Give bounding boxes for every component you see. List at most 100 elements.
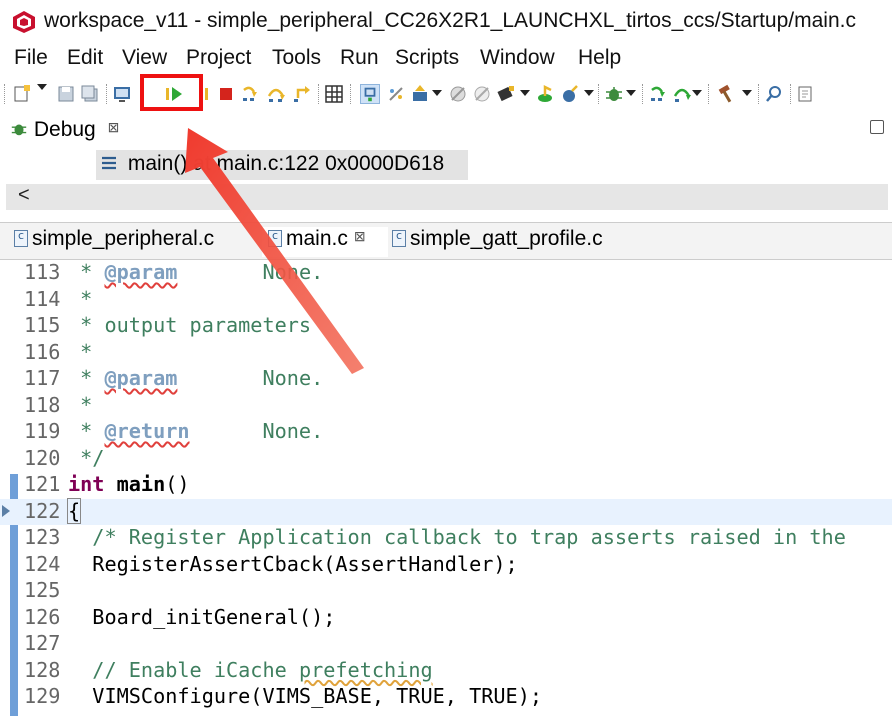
- minimize-view-icon[interactable]: [870, 120, 884, 134]
- debug-view-icon: [11, 124, 27, 136]
- tab-label: main.c: [286, 227, 348, 250]
- code-line[interactable]: 116 *: [0, 340, 892, 367]
- code-token: *: [68, 366, 105, 390]
- connect-icon[interactable]: [386, 84, 406, 104]
- menu-view[interactable]: View: [122, 46, 167, 70]
- memory-browser-icon[interactable]: [324, 84, 344, 104]
- code-token: * output parameters: [68, 313, 312, 337]
- flash-dropdown-icon[interactable]: [584, 90, 594, 96]
- step-dropdown-icon[interactable]: [692, 90, 702, 96]
- line-source: RegisterAssertCback(AssertHandler);: [68, 552, 517, 576]
- open-perspective-icon[interactable]: [796, 84, 816, 104]
- close-icon[interactable]: ⊠: [108, 119, 120, 135]
- line-number: 122: [24, 498, 61, 523]
- breakpoint-icon[interactable]: [448, 84, 468, 104]
- tab-simple-gatt-profile[interactable]: simple_gatt_profile.c: [392, 227, 603, 257]
- debug-dropdown-icon[interactable]: [626, 90, 636, 96]
- save-all-icon[interactable]: [80, 84, 100, 104]
- code-token: Board_initGeneral();: [68, 604, 336, 629]
- code-token: int: [68, 472, 105, 496]
- chip-dropdown-icon[interactable]: [520, 90, 530, 96]
- step-return-icon[interactable]: [292, 84, 312, 104]
- line-source: /* Register Application callback to trap…: [68, 525, 846, 549]
- flash-icon[interactable]: [560, 84, 580, 104]
- search-icon[interactable]: [764, 84, 784, 104]
- debug-bug-icon[interactable]: [604, 84, 624, 104]
- save-icon[interactable]: [56, 84, 76, 104]
- code-line[interactable]: 120 */: [0, 446, 892, 473]
- assembly-step-over-icon[interactable]: [672, 84, 692, 104]
- line-number: 113: [24, 260, 61, 284]
- line-source: int main(): [68, 472, 190, 496]
- code-line[interactable]: 129 VIMSConfigure(VIMS_BASE, TRUE, TRUE)…: [0, 684, 892, 711]
- code-line[interactable]: 123 /* Register Application callback to …: [0, 525, 892, 552]
- code-line[interactable]: 127: [0, 631, 892, 658]
- assembly-step-into-icon[interactable]: [648, 84, 668, 104]
- new-icon[interactable]: [12, 84, 32, 104]
- code-line[interactable]: 118 *: [0, 393, 892, 420]
- horizontal-scrollbar[interactable]: <: [6, 184, 888, 210]
- c-file-icon: [14, 229, 28, 247]
- code-line[interactable]: 113 * @param None.: [0, 260, 892, 287]
- skip-breakpoints-icon[interactable]: [472, 84, 492, 104]
- chip-icon[interactable]: [496, 84, 516, 104]
- code-line[interactable]: 126 Board_initGeneral();: [0, 605, 892, 632]
- c-file-icon: [268, 229, 282, 247]
- toolbar-separator: [318, 84, 319, 104]
- window-title: workspace_v11 - simple_peripheral_CC26X2…: [44, 9, 856, 32]
- code-token: // Enable iCache: [68, 657, 299, 682]
- line-number: 118: [24, 392, 61, 417]
- code-line[interactable]: 115 * output parameters: [0, 313, 892, 340]
- menu-file[interactable]: File: [14, 46, 48, 70]
- scroll-left-icon[interactable]: <: [18, 184, 30, 207]
- code-line[interactable]: 124 RegisterAssertCback(AssertHandler);: [0, 552, 892, 579]
- code-token: *: [68, 392, 93, 417]
- code-token: *: [68, 339, 93, 364]
- line-source: *: [68, 393, 92, 417]
- code-line-current[interactable]: 122{: [0, 497, 892, 525]
- new-dropdown-icon[interactable]: [37, 84, 47, 90]
- line-number: 123: [24, 525, 61, 549]
- code-line[interactable]: 125: [0, 578, 892, 605]
- menu-window[interactable]: Window: [480, 46, 555, 70]
- instruction-pointer-icon: [2, 504, 10, 517]
- code-line[interactable]: 117 * @param None.: [0, 366, 892, 393]
- code-line[interactable]: 119 * @return None.: [0, 419, 892, 446]
- build-dropdown-icon[interactable]: [742, 90, 752, 96]
- line-source: {: [66, 497, 82, 524]
- menu-scripts[interactable]: Scripts: [395, 46, 459, 70]
- tab-main-c[interactable]: main.c ⊠: [262, 227, 388, 257]
- code-line[interactable]: 114 *: [0, 287, 892, 314]
- load-dropdown-icon[interactable]: [432, 90, 442, 96]
- resume-button-highlight: [140, 74, 203, 111]
- tab-simple-peripheral[interactable]: simple_peripheral.c: [14, 227, 214, 257]
- close-icon[interactable]: ⊠: [354, 228, 366, 244]
- line-number: 125: [24, 578, 61, 602]
- line-source: * output parameters: [68, 313, 311, 337]
- debug-view-tab[interactable]: Debug ⊠: [10, 118, 119, 142]
- terminate-icon[interactable]: [216, 84, 236, 104]
- step-over-icon[interactable]: [266, 84, 286, 104]
- menu-project[interactable]: Project: [186, 46, 251, 70]
- toolbar-separator: [350, 84, 351, 104]
- run-target-icon[interactable]: [536, 84, 556, 104]
- menu-run[interactable]: Run: [340, 46, 379, 70]
- line-number: 116: [24, 339, 61, 364]
- code-line[interactable]: 121 int main(): [0, 472, 892, 499]
- load-program-icon[interactable]: [410, 84, 430, 104]
- menu-tools[interactable]: Tools: [272, 46, 321, 70]
- step-into-icon[interactable]: [240, 84, 260, 104]
- title-bar: workspace_v11 - simple_peripheral_CC26X2…: [0, 0, 892, 44]
- menu-help[interactable]: Help: [578, 46, 621, 70]
- line-source: *: [68, 340, 92, 364]
- stack-frame-row[interactable]: main() at main.c:122 0x0000D618: [96, 150, 468, 180]
- menu-edit[interactable]: Edit: [67, 46, 103, 70]
- stack-frame-icon: [102, 156, 116, 170]
- editor-tab-bar: simple_peripheral.c main.c ⊠ simple_gatt_…: [0, 222, 892, 260]
- stack-frame-label: main() at main.c:122 0x0000D618: [127, 152, 445, 175]
- debug-target-icon[interactable]: [360, 84, 380, 104]
- code-line[interactable]: 128 // Enable iCache prefetching: [0, 658, 892, 685]
- build-hammer-icon[interactable]: [716, 84, 736, 104]
- terminal-icon[interactable]: [112, 84, 132, 104]
- code-editor[interactable]: 113 * @param None. 114 * 115 * output para…: [0, 260, 892, 716]
